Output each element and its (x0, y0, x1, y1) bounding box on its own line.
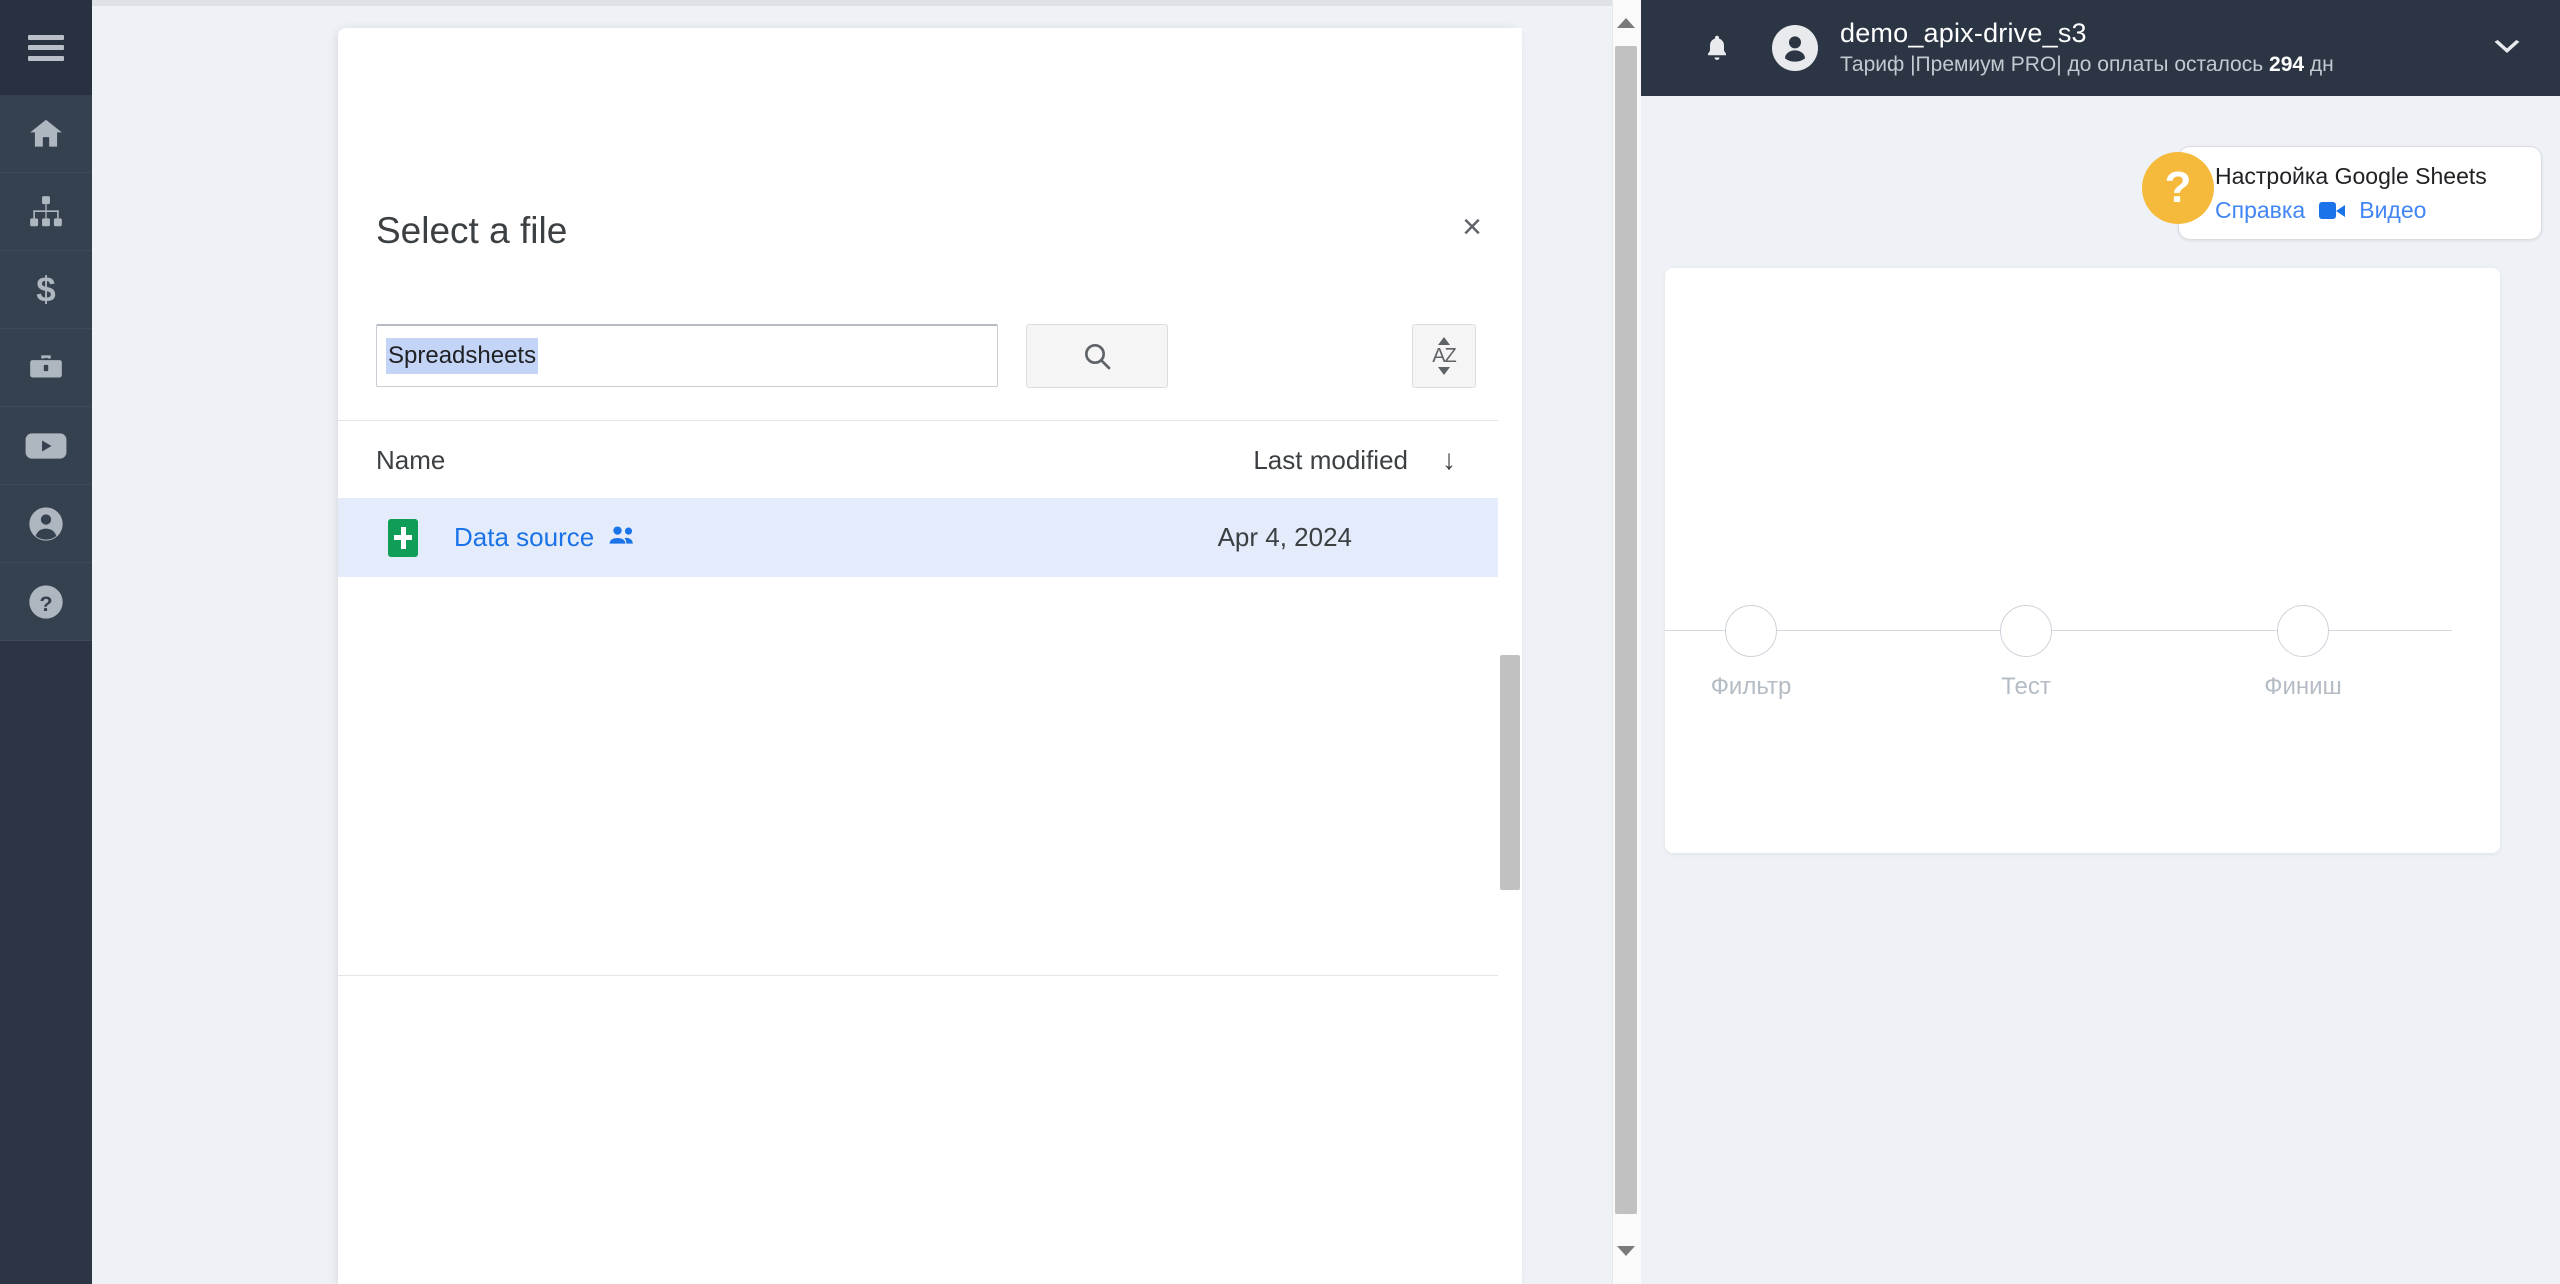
stepper-step-finish[interactable]: Финиш (2255, 598, 2351, 701)
help-link[interactable]: Справка (2215, 195, 2305, 225)
search-icon (1085, 344, 1111, 370)
help-icon: ? (29, 584, 63, 619)
stepper-step-test[interactable]: Тест (1978, 598, 2074, 701)
step-circle (2277, 605, 2329, 657)
menu-burger-icon[interactable] (28, 34, 64, 61)
dialog-title: Select a file (376, 210, 568, 251)
sidebar-item-billing[interactable]: $ (0, 251, 92, 329)
dialog-footer-divider (338, 975, 1518, 976)
sidebar-item-connections[interactable] (0, 173, 92, 251)
help-badge-icon[interactable]: ? (2142, 152, 2214, 224)
user-name: demo_apix-drive_s3 (1840, 18, 2087, 48)
top-bar: demo_apix-drive_s3 Тариф |Премиум PRO| д… (1640, 0, 2560, 96)
file-modified-date: Apr 4, 2024 (1217, 522, 1352, 552)
dialog-list-scrollbar-thumb[interactable] (1500, 655, 1520, 890)
dollar-icon: $ (36, 270, 55, 309)
user-avatar-icon[interactable] (1772, 25, 1818, 71)
help-tooltip-title: Настройка Google Sheets (2215, 163, 2487, 189)
youtube-icon (25, 432, 67, 459)
setup-content-card: ...ойки Фильтр Тест Финиш (1665, 268, 2500, 853)
shared-people-icon (608, 524, 638, 551)
notification-bell-icon[interactable] (1700, 28, 1734, 68)
step-label: Тест (2001, 673, 2051, 700)
sort-az-icon: AZ (1432, 337, 1457, 375)
sidebar-item-services[interactable] (0, 329, 92, 407)
svg-text:?: ? (39, 591, 52, 616)
sidebar-item-home[interactable] (0, 95, 92, 173)
step-label: Финиш (2264, 673, 2342, 700)
account-icon (29, 506, 63, 541)
plan-prefix: Тариф |Премиум PRO| до оплаты осталось (1840, 53, 2270, 76)
setup-stepper: ...ойки Фильтр Тест Финиш (1665, 598, 2500, 718)
column-header-last-modified[interactable]: Last modified (1253, 445, 1408, 476)
sidebar-item-video[interactable] (0, 407, 92, 485)
plan-days: 294 (2269, 53, 2305, 76)
sidebar-header (0, 0, 92, 95)
left-sidebar: $ ? (0, 0, 92, 1284)
select-file-dialog: Select a file × Spreadsheets AZ Name Las… (338, 28, 1518, 1284)
scroll-down-arrow-icon[interactable] (1617, 1246, 1635, 1264)
briefcase-icon (30, 354, 62, 377)
table-row[interactable]: Data source Apr 4, 2024 (338, 498, 1518, 577)
search-input-value: Spreadsheets (386, 338, 539, 374)
file-table-header: Name Last modified ↓ (338, 420, 1518, 500)
page-scrollbar-thumb[interactable] (1615, 46, 1637, 1214)
step-label: Фильтр (1710, 673, 1792, 700)
step-circle (1725, 605, 1777, 657)
search-input[interactable]: Spreadsheets (376, 324, 998, 387)
google-sheets-icon (388, 518, 418, 557)
svg-text:$: $ (36, 270, 55, 309)
sidebar-item-account[interactable] (0, 485, 92, 563)
sort-direction-icon[interactable]: ↓ (1442, 446, 1456, 474)
file-name[interactable]: Data source (454, 522, 594, 553)
close-icon[interactable]: × (1462, 210, 1482, 244)
sidebar-item-help[interactable]: ? (0, 563, 92, 641)
chevron-down-icon[interactable] (2490, 31, 2524, 65)
scroll-up-arrow-icon[interactable] (1617, 18, 1635, 36)
help-tooltip-links: Справка Видео (2215, 195, 2515, 225)
search-row: Spreadsheets AZ (376, 324, 1486, 388)
video-camera-icon (2319, 201, 2346, 219)
video-link[interactable]: Видео (2359, 195, 2426, 225)
sort-button[interactable]: AZ (1412, 324, 1476, 388)
column-header-name: Name (376, 444, 446, 475)
user-plan-status: Тариф |Премиум PRO| до оплаты осталось 2… (1840, 51, 2334, 79)
home-icon (30, 119, 62, 147)
help-tooltip: Настройка Google Sheets Справка Видео (2178, 146, 2542, 240)
plan-suffix: дн (2304, 53, 2334, 76)
step-circle (2000, 605, 2052, 657)
user-info: demo_apix-drive_s3 Тариф |Премиум PRO| д… (1840, 17, 2334, 79)
connections-icon (30, 195, 62, 226)
search-button[interactable] (1026, 324, 1168, 388)
stepper-step-filter[interactable]: Фильтр (1703, 598, 1799, 701)
sidebar-nav: $ ? (0, 95, 92, 641)
